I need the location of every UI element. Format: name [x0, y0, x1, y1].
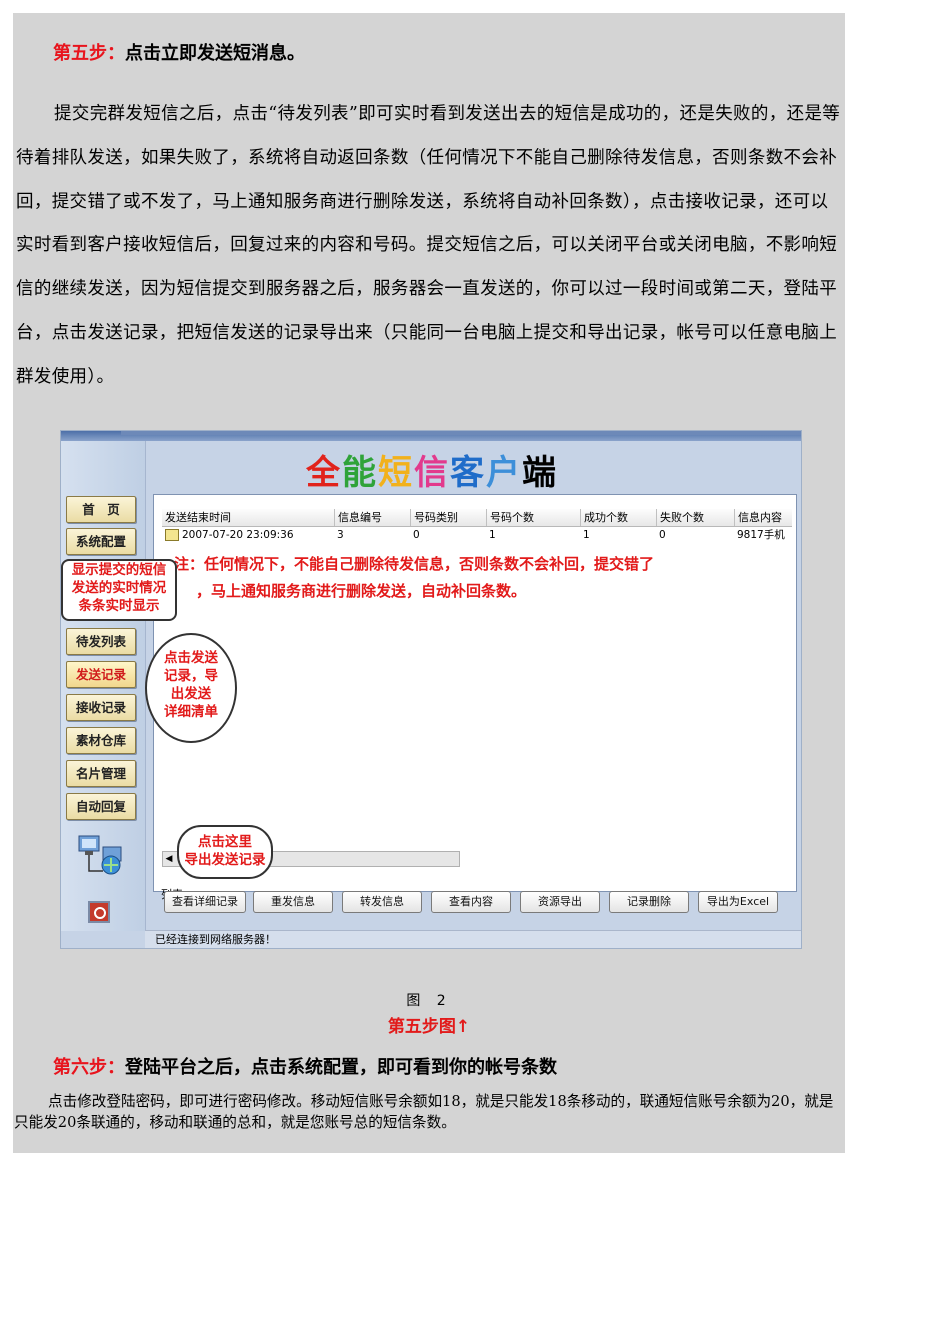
nav-system-config-button[interactable]: 系统配置 — [66, 528, 136, 555]
banner-char: 户 — [486, 453, 522, 493]
nav-material-store-button[interactable]: 素材仓库 — [66, 727, 136, 754]
banner-char: 短 — [378, 453, 414, 493]
callout-line: 点击这里 — [198, 834, 252, 850]
callout-line: 详细清单 — [164, 704, 218, 720]
table-cell: 2007-07-20 23:09:36 — [162, 527, 333, 544]
step6-heading: 第六步：登陆平台之后，点击系统配置，即可看到你的帐号条数 — [53, 1053, 557, 1079]
table-cell: 1 — [489, 529, 496, 541]
status-bar: 已经连接到网络服务器！ — [145, 930, 801, 948]
table-cell: 0 — [659, 529, 666, 541]
scroll-left-icon[interactable]: ◀ — [163, 852, 175, 866]
view-details-button[interactable]: 查看详细记录 — [164, 891, 246, 913]
callout-send-log: 点击发送 记录，导 出发送 详细清单 — [145, 633, 237, 743]
table-cell: 9817手机 — [737, 529, 785, 541]
callout-line: 显示提交的短信 — [71, 562, 167, 578]
step6-label: 第六步： — [53, 1057, 125, 1078]
record-icon — [165, 529, 179, 541]
nav-card-manage-button[interactable]: 名片管理 — [66, 760, 136, 787]
banner-char: 客 — [450, 453, 486, 493]
step6-paragraph: 点击修改登陆密码，即可进行密码修改。移动短信账号余额如18，就是只能发18条移动… — [14, 1092, 844, 1133]
forward-button[interactable]: 转发信息 — [342, 891, 422, 913]
col-header[interactable]: 发送结束时间 — [162, 509, 333, 526]
col-header[interactable]: 失败个数 — [656, 509, 734, 526]
resend-button[interactable]: 重发信息 — [253, 891, 333, 913]
step5-label: 第五步： — [53, 43, 125, 64]
callout-line: 点击发送 — [164, 650, 218, 666]
document-page: 第五步：点击立即发送短消息。 提交完群发短信之后，点击“待发列表”即可实时看到发… — [13, 13, 845, 1153]
step6-text: 登陆平台之后，点击系统配置，即可看到你的帐号条数 — [125, 1057, 557, 1078]
col-header[interactable]: 号码个数 — [486, 509, 580, 526]
table-cell: 3 — [337, 529, 344, 541]
callout-export-records: 点击这里 导出发送记录 — [177, 825, 273, 879]
step5-heading: 第五步：点击立即发送短消息。 — [53, 39, 305, 65]
callout-line: 记录，导 — [164, 668, 218, 684]
col-header[interactable]: 成功个数 — [580, 509, 656, 526]
view-content-button[interactable]: 查看内容 — [431, 891, 511, 913]
nav-receive-log-button[interactable]: 接收记录 — [66, 694, 136, 721]
figure-title: 第五步图↑ — [387, 1017, 471, 1037]
callout-line: 发送的实时情况 — [71, 580, 167, 596]
step6-paragraph-text: 点击修改登陆密码，即可进行密码修改。移动短信账号余额如18，就是只能发18条移动… — [14, 1093, 834, 1131]
sms-client-screenshot: 全能短信客户端 首 页 系统配置 待发列表 发送记录 接收记录 素材仓库 名片管… — [60, 430, 802, 949]
col-header[interactable]: 号码类别 — [410, 509, 486, 526]
export-excel-button[interactable]: 导出为Excel — [698, 891, 778, 913]
table-cell: 1 — [583, 529, 590, 541]
nav-auto-reply-button[interactable]: 自动回复 — [66, 793, 136, 820]
warning-note-line1: 注：任何情况下，不能自己删除待发信息，否则条数不会补回，提交错了 — [174, 555, 655, 573]
figure-number: 图 2 — [406, 993, 452, 1009]
table-header: 发送结束时间 信息编号 号码类别 号码个数 成功个数 失败个数 信息内容 — [162, 509, 792, 527]
callout-line: 条条实时显示 — [78, 598, 160, 614]
banner-char: 端 — [522, 453, 558, 493]
banner-char: 信 — [414, 453, 450, 493]
warning-note-line2: ，马上通知服务商进行删除发送，自动补回条数。 — [196, 582, 527, 600]
cell-text: 2007-07-20 23:09:36 — [182, 529, 294, 541]
col-header[interactable]: 信息编号 — [334, 509, 410, 526]
app-banner-title: 全能短信客户端 — [306, 448, 596, 498]
nav-send-log-button[interactable]: 发送记录 — [66, 661, 136, 688]
table-cell: 0 — [413, 529, 420, 541]
callout-line: 导出发送记录 — [184, 852, 266, 868]
step5-text: 点击立即发送短消息。 — [125, 43, 305, 64]
callout-realtime-status: 显示提交的短信 发送的实时情况 条条实时显示 — [61, 559, 177, 621]
delete-records-button[interactable]: 记录删除 — [609, 891, 689, 913]
nav-home-button[interactable]: 首 页 — [66, 496, 136, 523]
callout-line: 出发送 — [170, 686, 212, 702]
banner-char: 能 — [342, 453, 378, 493]
banner-char: 全 — [306, 453, 342, 493]
title-bar — [61, 431, 801, 441]
table-row[interactable]: 2007-07-20 23:09:36 3 0 1 1 0 9817手机 — [162, 527, 792, 544]
power-icon[interactable] — [88, 901, 110, 923]
nav-pending-list-button[interactable]: 待发列表 — [66, 628, 136, 655]
network-icon[interactable] — [77, 833, 125, 877]
step5-paragraph: 提交完群发短信之后，点击“待发列表”即可实时看到发送出去的短信是成功的，还是失败… — [16, 93, 842, 400]
col-header[interactable]: 信息内容 — [734, 509, 792, 526]
export-resource-button[interactable]: 资源导出 — [520, 891, 600, 913]
step5-paragraph-text: 提交完群发短信之后，点击“待发列表”即可实时看到发送出去的短信是成功的，还是失败… — [16, 104, 841, 387]
